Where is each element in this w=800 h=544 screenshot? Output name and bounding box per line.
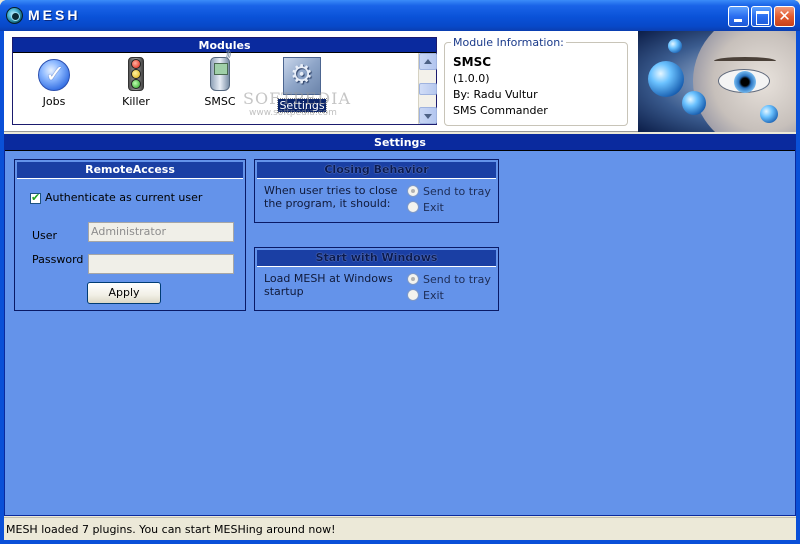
startup-exit-label[interactable]: Exit — [423, 289, 444, 302]
module-information-panel: Module Information: SMSC (1.0.0) By: Rad… — [444, 36, 628, 126]
modules-scrollbar[interactable] — [418, 53, 437, 124]
modules-panel: Modules Jobs Killer SMSC — [12, 37, 437, 125]
user-label: User — [32, 229, 58, 242]
authenticate-label[interactable]: Authenticate as current user — [45, 191, 202, 204]
module-description: SMS Commander — [453, 104, 548, 117]
module-label: SMSC — [204, 95, 236, 108]
module-smsc[interactable]: SMSC — [185, 50, 255, 108]
main-window: MESH ✕ Modules Jobs Killer — [0, 0, 800, 544]
authenticate-checkbox[interactable] — [30, 191, 41, 204]
close-icon: ✕ — [778, 7, 791, 25]
startup-send-to-tray-radio[interactable] — [407, 273, 419, 285]
startup-description: Load MESH at Windows startup — [264, 272, 393, 298]
user-field[interactable]: Administrator — [88, 222, 234, 242]
client-area: Modules Jobs Killer SMSC — [4, 31, 796, 540]
maximize-button[interactable] — [751, 6, 772, 27]
startup-exit-radio[interactable] — [407, 289, 419, 301]
module-name: SMSC — [453, 55, 492, 69]
module-jobs[interactable]: Jobs — [19, 57, 89, 108]
minimize-button[interactable] — [728, 6, 749, 27]
scroll-up-button[interactable] — [419, 53, 437, 70]
closing-exit-radio[interactable] — [407, 201, 419, 213]
scroll-thumb[interactable] — [419, 83, 437, 95]
status-bar: MESH loaded 7 plugins. You can start MES… — [4, 517, 796, 540]
settings-panel: Settings RemoteAccess Authenticate as cu… — [4, 134, 796, 516]
module-author: By: Radu Vultur — [453, 88, 538, 101]
start-with-windows-group: Start with Windows Load MESH at Windows … — [254, 247, 499, 311]
scroll-down-button[interactable] — [419, 107, 437, 124]
module-label: Killer — [122, 95, 150, 108]
remote-access-title: RemoteAccess — [17, 162, 243, 179]
module-info-legend: Module Information: — [451, 36, 566, 49]
status-text: MESH loaded 7 plugins. You can start MES… — [6, 523, 336, 536]
start-with-windows-title: Start with Windows — [257, 250, 496, 267]
top-panel: Modules Jobs Killer SMSC — [4, 31, 796, 132]
closing-send-to-tray-label[interactable]: Send to tray — [423, 185, 491, 198]
window-title: MESH — [28, 7, 81, 23]
traffic-light-icon — [128, 57, 144, 91]
module-label: Settings — [277, 98, 327, 113]
title-bar[interactable]: MESH ✕ — [0, 0, 800, 31]
remote-access-group: RemoteAccess Authenticate as current use… — [14, 159, 246, 311]
module-version: (1.0.0) — [453, 72, 490, 85]
startup-send-to-tray-label[interactable]: Send to tray — [423, 273, 491, 286]
checkmark-icon — [38, 59, 70, 91]
closing-send-to-tray-radio[interactable] — [407, 185, 419, 197]
module-settings[interactable]: Settings — [267, 57, 337, 113]
module-label: Jobs — [42, 95, 66, 108]
apply-button[interactable]: Apply — [87, 282, 161, 304]
modules-list[interactable]: Jobs Killer SMSC Settings SOFTPEDIA — [13, 50, 418, 124]
close-button[interactable]: ✕ — [774, 6, 795, 27]
password-field[interactable] — [88, 254, 234, 274]
closing-description: When user tries to close the program, it… — [264, 184, 398, 210]
mesh-eye-icon[interactable] — [6, 7, 23, 24]
settings-header: Settings — [5, 135, 795, 151]
mobile-phone-icon — [210, 50, 230, 91]
closing-exit-label[interactable]: Exit — [423, 201, 444, 214]
closing-behavior-group: Closing Behavior When user tries to clos… — [254, 159, 499, 223]
eye-banner-image — [638, 31, 796, 132]
password-label: Password — [32, 253, 84, 266]
closing-behavior-title: Closing Behavior — [257, 162, 496, 179]
module-killer[interactable]: Killer — [101, 57, 171, 108]
settings-icon — [283, 57, 321, 95]
